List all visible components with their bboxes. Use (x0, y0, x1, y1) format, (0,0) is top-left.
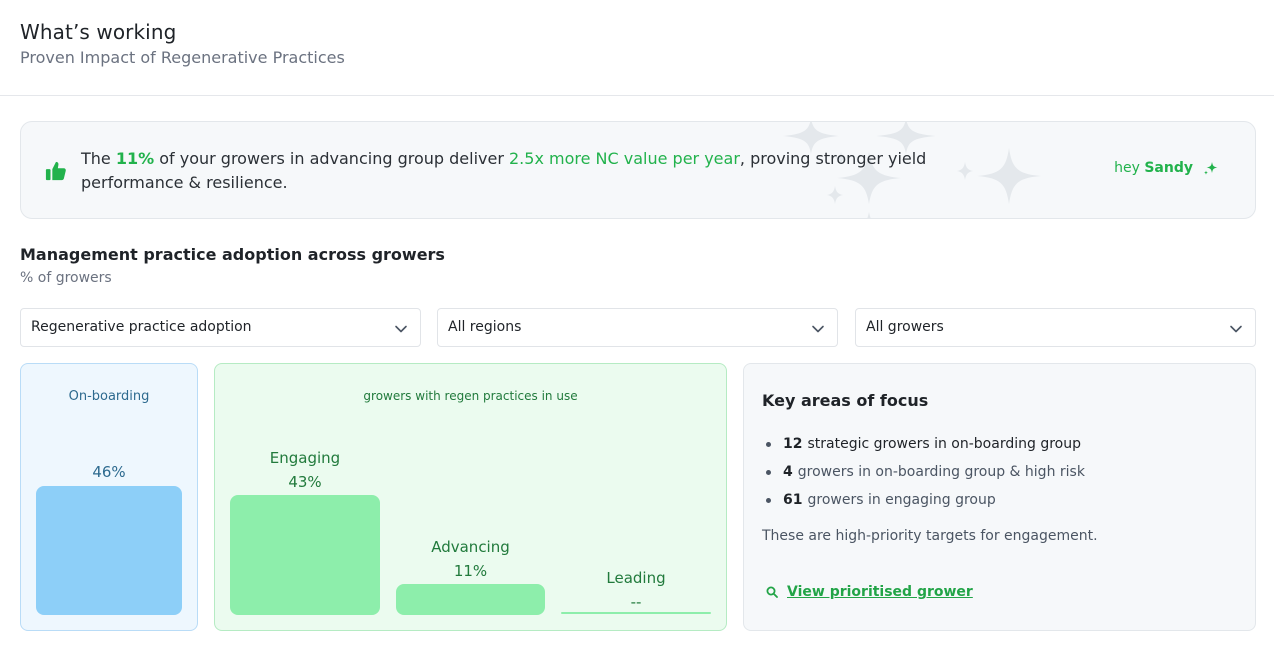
page-subtitle: Proven Impact of Regenerative Practices (20, 48, 345, 67)
chevron-down-icon (1230, 325, 1242, 333)
region-filter-select[interactable]: All regions (437, 308, 838, 347)
stage-value-label: 43% (288, 473, 322, 491)
page-title: What’s working (20, 20, 177, 44)
engaging-label: Engaging 43% (230, 446, 380, 494)
insight-text-part: The (81, 149, 116, 168)
advancing-bar (396, 584, 545, 615)
focus-text: growers in on-boarding group & high risk (797, 464, 1085, 480)
engaging-bar (230, 495, 380, 615)
bullet (766, 441, 771, 447)
greeting-name: Sandy (1144, 160, 1193, 176)
thumbs-up-icon (45, 161, 66, 181)
regen-caption: growers with regen practices in use (363, 389, 578, 403)
grower-filter-value: All growers (866, 319, 944, 335)
stage-name: Engaging (269, 449, 341, 467)
advancing-label: Advancing 11% (396, 535, 545, 583)
list-item: 61 growers in engaging group (766, 486, 1085, 514)
page-header: What’s working Proven Impact of Regenera… (0, 0, 1274, 96)
grower-filter-select[interactable]: All growers (855, 308, 1256, 347)
onboarding-label: On-boarding (68, 389, 150, 404)
insight-message: The 11% of your growers in advancing gro… (81, 147, 961, 195)
bullet (766, 497, 771, 503)
onboarding-value-label: 46% (92, 463, 126, 481)
search-icon (766, 586, 778, 598)
focus-note: These are high-priority targets for enga… (762, 528, 1098, 544)
insight-highlight-value: 2.5x more NC value per year (509, 149, 740, 168)
greeting-prefix: hey (1114, 160, 1140, 176)
focus-count: 61 (783, 492, 803, 508)
view-prioritised-grower-link[interactable]: View prioritised grower (766, 584, 973, 600)
list-item: 12 strategic growers in on-boarding group (766, 430, 1085, 458)
focus-text: growers in engaging group (807, 492, 996, 508)
section-subtitle: % of growers (20, 270, 112, 286)
practice-filter-select[interactable]: Regenerative practice adoption (20, 308, 421, 347)
stage-value-label: 11% (453, 562, 488, 580)
assistant-greeting-button[interactable]: hey Sandy (1114, 160, 1219, 176)
bullet (766, 469, 771, 475)
view-prioritised-grower-label: View prioritised grower (787, 584, 973, 600)
onboarding-bar (36, 486, 182, 615)
region-filter-value: All regions (448, 319, 522, 335)
stage-value-label: -- (630, 593, 642, 611)
sparkle-icon (1204, 162, 1218, 175)
chevron-down-icon (395, 325, 407, 333)
focus-text: strategic growers in on-boarding group (807, 436, 1081, 452)
practice-filter-value: Regenerative practice adoption (31, 319, 252, 335)
list-item: 4 growers in on-boarding group & high ris… (766, 458, 1085, 486)
focus-count: 4 (783, 464, 793, 480)
onboarding-panel: On-boarding 46% (20, 363, 198, 631)
focus-title: Key areas of focus (762, 391, 929, 410)
insight-highlight-percent: 11% (115, 149, 155, 168)
insight-banner: The 11% of your growers in advancing gro… (20, 121, 1256, 219)
leading-bar (561, 612, 711, 614)
section-title: Management practice adoption across grow… (20, 245, 445, 264)
stage-name: Advancing (431, 538, 510, 556)
focus-list: 12 strategic growers in on-boarding group… (766, 430, 1085, 514)
regen-practices-panel: growers with regen practices in use Enga… (214, 363, 727, 631)
key-focus-panel: Key areas of focus 12 strategic growers i… (743, 363, 1256, 631)
stage-name: Leading (606, 569, 666, 587)
chevron-down-icon (812, 325, 824, 333)
focus-count: 12 (783, 436, 803, 452)
insight-text-part: of your growers in advancing group deliv… (154, 149, 509, 168)
leading-label: Leading -- (561, 566, 711, 614)
